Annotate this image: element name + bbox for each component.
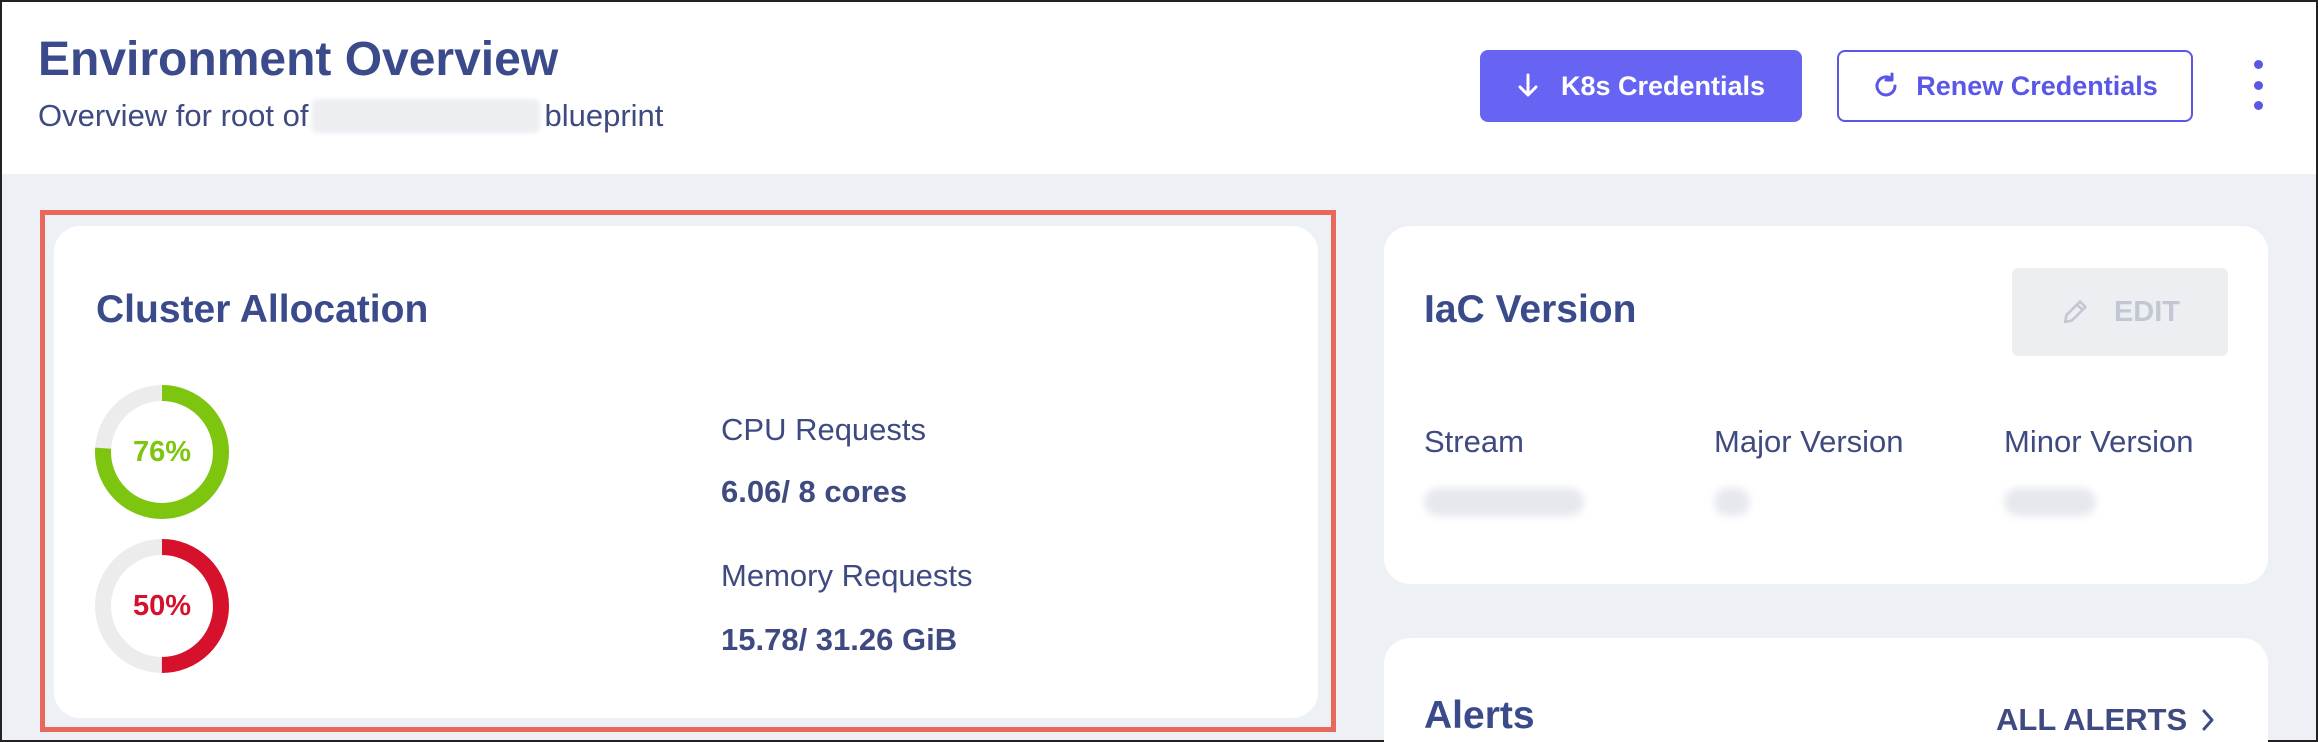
- major-version-value-redacted: [1714, 488, 1750, 516]
- all-alerts-label: ALL ALERTS: [1996, 702, 2188, 737]
- minor-version-column-label: Minor Version: [2004, 424, 2194, 459]
- minor-version-value-redacted: [2004, 488, 2096, 516]
- iac-version-card: IaC Version EDIT Stream Major Version Mi…: [1384, 226, 2268, 584]
- refresh-icon: [1872, 72, 1900, 100]
- page-title: Environment Overview: [38, 33, 559, 86]
- download-arrow-icon: [1517, 73, 1539, 99]
- renew-credentials-button[interactable]: Renew Credentials: [1837, 50, 2193, 122]
- all-alerts-link[interactable]: ALL ALERTS: [1996, 702, 2215, 738]
- edit-label: EDIT: [2113, 295, 2181, 328]
- subtitle-prefix: Overview for root of: [38, 98, 309, 133]
- renew-credentials-label: Renew Credentials: [1916, 70, 2158, 101]
- edit-button[interactable]: EDIT: [2012, 268, 2228, 356]
- alerts-card: Alerts ALL ALERTS: [1384, 638, 2268, 742]
- stream-column-label: Stream: [1424, 424, 1524, 459]
- k8s-credentials-button[interactable]: K8s Credentials: [1480, 50, 1802, 122]
- major-version-column-label: Major Version: [1714, 424, 1904, 459]
- subtitle-suffix: blueprint: [544, 98, 664, 133]
- stream-value-redacted: [1424, 488, 1584, 516]
- iac-version-title: IaC Version: [1424, 288, 1637, 331]
- kebab-menu-icon[interactable]: [2246, 60, 2270, 110]
- k8s-credentials-label: K8s Credentials: [1560, 70, 1766, 101]
- chevron-right-icon: [2201, 708, 2215, 732]
- page-header: Environment Overview Overview for root o…: [2, 2, 2316, 174]
- pencil-icon: [2060, 297, 2090, 327]
- redacted-environment-name: [312, 99, 541, 133]
- highlight-box: [40, 210, 1336, 732]
- page-subtitle: Overview for root of blueprint: [38, 98, 663, 134]
- alerts-title: Alerts: [1424, 694, 1535, 737]
